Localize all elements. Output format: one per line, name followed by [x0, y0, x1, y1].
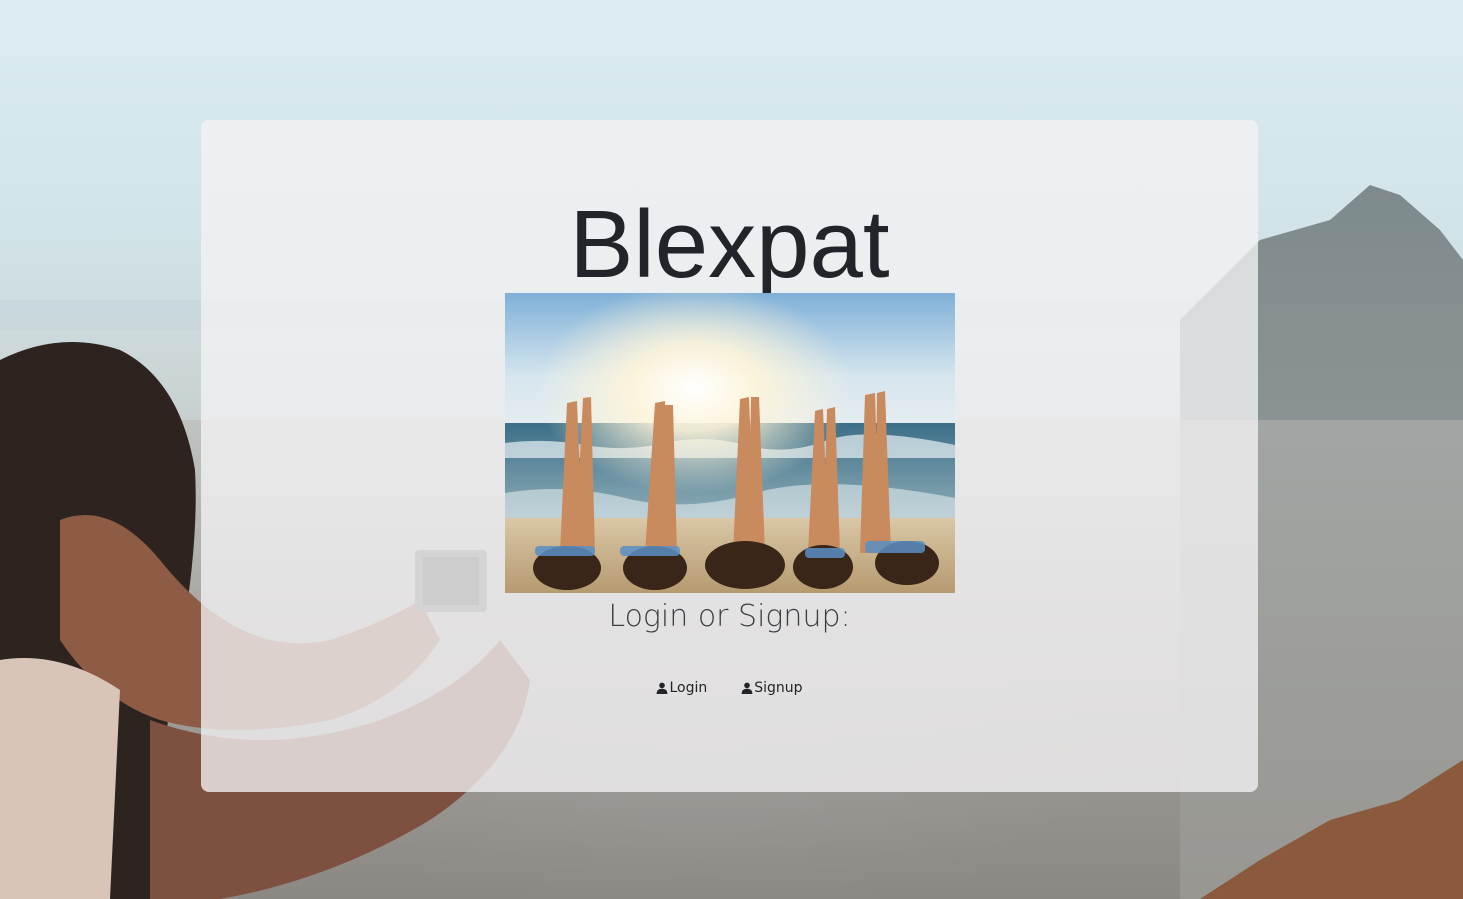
auth-actions: Login Signup	[201, 680, 1258, 696]
signup-label: Signup	[754, 680, 803, 696]
user-icon	[656, 682, 668, 694]
signup-button[interactable]: Signup	[741, 680, 803, 696]
auth-prompt: Login or Signup:	[608, 599, 851, 634]
login-button[interactable]: Login	[656, 680, 707, 696]
welcome-card: Blexpat Login or Signup: Login Signup	[201, 120, 1258, 792]
login-label: Login	[669, 680, 708, 696]
hero-image	[505, 293, 955, 593]
brand-title: Blexpat	[569, 191, 890, 298]
user-icon	[741, 682, 753, 694]
